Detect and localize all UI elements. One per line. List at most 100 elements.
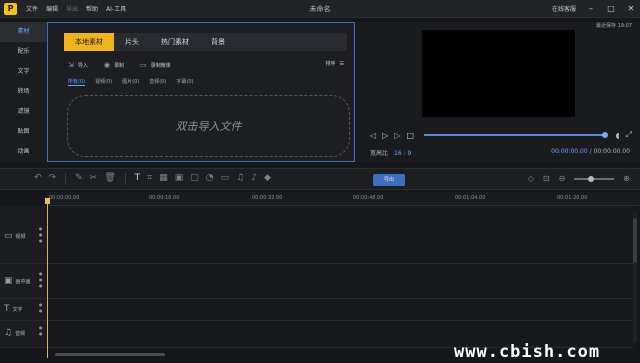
watermark: www.cbish.com (454, 342, 601, 362)
split-icon[interactable]: ✂ (90, 173, 98, 185)
pip-tool-icon[interactable]: ▣ (175, 173, 184, 185)
eye-icon[interactable]: ● (39, 277, 43, 282)
filter-subtitle[interactable]: 字幕(0) (176, 78, 193, 86)
menu-export[interactable]: 导出 (66, 4, 78, 13)
filter-image[interactable]: 图片(0) (122, 78, 139, 86)
nav-item-media[interactable]: 素材 (0, 22, 47, 42)
speed-icon[interactable]: ◔ (206, 173, 214, 185)
playhead[interactable] (45, 198, 50, 358)
nav-item-music[interactable]: 配乐 (0, 42, 47, 62)
horizontal-scrollbar[interactable] (55, 353, 165, 356)
ruler-tick-label: 00:01:04.00 (455, 195, 486, 201)
close-icon[interactable]: ✕ (626, 3, 636, 13)
lock-icon[interactable]: ● (39, 302, 43, 307)
sort-button[interactable]: 排序 ☰ (326, 60, 345, 68)
frame-icon[interactable]: ▢ (190, 173, 199, 185)
menu-edit[interactable]: 编辑 (46, 4, 58, 13)
toolbar-divider (124, 173, 126, 185)
volume-icon[interactable]: ◖ (615, 131, 619, 140)
subtitle-icon[interactable]: ▭ (221, 173, 230, 185)
menu-ai-tools[interactable]: AI-工具 (106, 4, 126, 13)
playback-progress[interactable] (424, 132, 609, 138)
media-tabs: 本地素材 片头 热门素材 背景 (64, 33, 347, 51)
ruler-tick-label: 00:00:32.00 (252, 195, 283, 201)
step-back-icon[interactable]: ◁ (370, 131, 376, 140)
left-nav: 素材 配乐 文字 转场 滤镜 贴图 动画 (0, 22, 47, 162)
filter-video[interactable]: 视频(0) (95, 78, 112, 86)
progress-handle[interactable] (602, 132, 609, 138)
tab-hot-media[interactable]: 热门素材 (150, 33, 200, 51)
delete-icon[interactable]: 🗑 (104, 173, 115, 185)
vertical-scrollbar[interactable] (633, 212, 637, 342)
crop-icon[interactable]: ⌗ (147, 173, 152, 185)
shield-icon[interactable]: ◇ (528, 174, 534, 183)
ruler-tick-label: 00:00:00.00 (49, 195, 80, 201)
minimize-icon[interactable]: – (586, 3, 596, 13)
ruler-tick-label: 00:01:20.00 (557, 195, 588, 201)
fullscreen-icon[interactable]: ⤢ (626, 130, 632, 140)
play-icon[interactable]: ▷ (382, 131, 388, 140)
track-lane-pip[interactable] (47, 264, 633, 299)
zoom-slider[interactable] (574, 175, 615, 182)
preview-screen (422, 30, 575, 117)
nav-item-animation[interactable]: 动画 (0, 142, 47, 162)
online-help-link[interactable]: 在线客服 (552, 4, 576, 13)
import-dropzone[interactable]: 双击导入文件 (67, 95, 350, 157)
stop-icon[interactable]: □ (406, 131, 414, 140)
eye-icon[interactable]: ● (39, 232, 43, 237)
timecode: 00:00:00.00 / 00:00:00.00 (551, 148, 630, 155)
tab-intro[interactable]: 片头 (114, 33, 150, 51)
zoom-handle[interactable] (587, 175, 594, 182)
tab-background[interactable]: 背景 (200, 33, 236, 51)
lock-icon[interactable]: ● (39, 226, 43, 231)
media-panel: 本地素材 片头 热门素材 背景 ⇲ 导入 ◉ 录制 ▭ 录制微课 排序 ☰ 所有(0) … (47, 22, 355, 162)
music-icon: ♫ (4, 328, 13, 338)
text-tool-icon[interactable]: T (135, 173, 141, 185)
track-header-audio: ♫ 音频 ● ● (0, 321, 47, 348)
lock-icon[interactable]: ● (39, 271, 43, 276)
zoom-in-icon[interactable]: ⊕ (623, 174, 630, 183)
tab-local-media[interactable]: 本地素材 (64, 33, 114, 51)
video-icon: ▭ (4, 231, 13, 241)
zoom-out-icon[interactable]: ⊖ (559, 174, 566, 183)
track-header-pip: ▣ 画中画 ● ● ● (0, 264, 47, 299)
track-lane-video[interactable] (47, 206, 633, 264)
step-forward-icon[interactable]: ▷ (394, 131, 400, 140)
nav-item-text[interactable]: 文字 (0, 62, 47, 82)
track-header-text: T 文字 ● ● (0, 299, 47, 321)
nav-item-sticker[interactable]: 贴图 (0, 122, 47, 142)
record-button[interactable]: ◉ 录制 (104, 61, 124, 69)
menu-help[interactable]: 帮助 (86, 4, 98, 13)
export-button[interactable]: 导出 (373, 174, 405, 186)
mute-icon[interactable]: ● (39, 238, 43, 243)
eye-icon[interactable]: ● (39, 308, 43, 313)
voice-icon[interactable]: ♫ (236, 173, 244, 185)
app-window: P 文件 编辑 导出 帮助 AI-工具 未命名 在线客服 – □ ✕ 素材 配乐… (0, 0, 640, 363)
mute-icon[interactable]: ● (39, 283, 43, 288)
aspect-ratio[interactable]: 宽高比 16 : 9 (370, 148, 411, 157)
fit-icon[interactable]: ⊡ (543, 174, 550, 183)
import-icon: ⇲ (68, 61, 74, 69)
track-lane-text[interactable] (47, 299, 633, 321)
nav-item-transition[interactable]: 转场 (0, 82, 47, 102)
paint-icon[interactable]: ◆ (264, 173, 271, 185)
record-icon: ◉ (103, 61, 110, 69)
filter-audio[interactable]: 音频(0) (149, 78, 166, 86)
maximize-icon[interactable]: □ (606, 3, 616, 13)
pen-icon[interactable]: ✎ (75, 173, 83, 185)
import-button[interactable]: ⇲ 导入 (68, 61, 88, 69)
menu-file[interactable]: 文件 (26, 4, 38, 13)
undo-icon[interactable]: ↶ (34, 173, 42, 185)
media-tools: ⇲ 导入 ◉ 录制 ▭ 录制微课 排序 ☰ (68, 60, 348, 70)
microphone-icon[interactable]: ♪ (251, 173, 257, 185)
mute-icon[interactable]: ● (39, 331, 43, 336)
mosaic-icon[interactable]: ▦ (159, 173, 168, 185)
nav-item-filter[interactable]: 滤镜 (0, 102, 47, 122)
timeline-ruler[interactable]: 00:00:00.00 00:00:16.00 00:00:32.00 00:0… (47, 192, 640, 206)
ruler-tick-label: 00:00:48.00 (353, 195, 384, 201)
scroll-thumb[interactable] (633, 218, 637, 263)
record-lesson-button[interactable]: ▭ 录制微课 (140, 61, 171, 69)
lock-icon[interactable]: ● (39, 325, 43, 330)
filter-all[interactable]: 所有(0) (68, 78, 86, 86)
redo-icon[interactable]: ↷ (49, 173, 57, 185)
